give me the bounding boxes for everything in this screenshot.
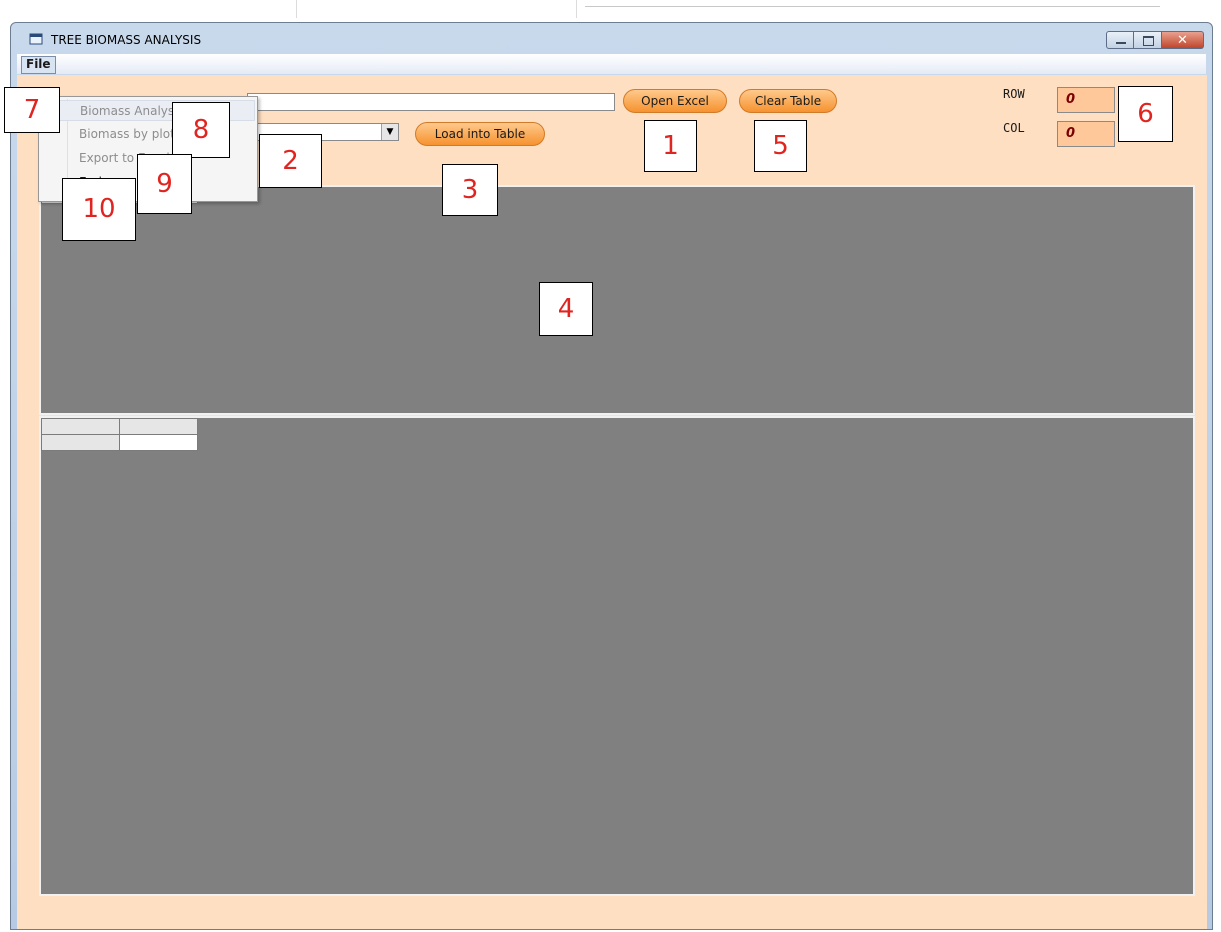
divider [576, 0, 577, 18]
chevron-down-icon[interactable]: ▼ [381, 124, 398, 140]
callout-3: 3 [442, 164, 498, 216]
close-icon: ✕ [1177, 33, 1188, 48]
close-button[interactable]: ✕ [1162, 31, 1204, 49]
desktop-background-strip [0, 0, 1221, 22]
file-path-input[interactable] [247, 93, 615, 111]
divider [296, 0, 297, 18]
callout-8: 8 [172, 102, 230, 158]
col-label: COL [1003, 121, 1025, 135]
grid-cells [41, 418, 198, 451]
callout-1: 1 [644, 120, 697, 172]
open-excel-button[interactable]: Open Excel [623, 89, 727, 113]
maximize-button[interactable] [1134, 31, 1162, 49]
window-app-icon [29, 33, 43, 45]
clear-table-button[interactable]: Clear Table [739, 89, 837, 113]
grid-cell[interactable] [119, 434, 198, 451]
table-row [41, 434, 198, 451]
data-grid-bottom[interactable] [39, 416, 1195, 896]
menu-file[interactable]: File [21, 56, 56, 74]
callout-10: 10 [62, 178, 136, 241]
row-label: ROW [1003, 87, 1025, 101]
window-controls: ✕ [1106, 31, 1204, 51]
window-title: TREE BIOMASS ANALYSIS [51, 33, 202, 47]
grid-header-cell [41, 418, 120, 435]
callout-4: 4 [539, 282, 593, 336]
client-area: ▼ Load into Table Open Excel Clear Table… [17, 75, 1207, 929]
minimize-button[interactable] [1106, 31, 1134, 49]
data-grid-top[interactable] [39, 185, 1195, 415]
load-into-table-button[interactable]: Load into Table [415, 122, 545, 146]
row-count-field: 0 [1057, 87, 1115, 113]
grid-row-header-cell [41, 434, 120, 451]
callout-6: 6 [1118, 86, 1173, 142]
callout-9: 9 [137, 154, 192, 214]
callout-2: 2 [259, 134, 322, 188]
col-count-field: 0 [1057, 121, 1115, 147]
callout-5: 5 [754, 120, 807, 172]
minimize-icon [1116, 42, 1126, 44]
callout-7: 7 [4, 87, 60, 133]
menu-bar: File [17, 54, 1206, 74]
divider [585, 6, 1160, 10]
table-row [41, 418, 198, 435]
grid-header-cell [119, 418, 198, 435]
maximize-icon [1143, 36, 1154, 46]
title-bar[interactable]: TREE BIOMASS ANALYSIS ✕ [11, 23, 1212, 55]
